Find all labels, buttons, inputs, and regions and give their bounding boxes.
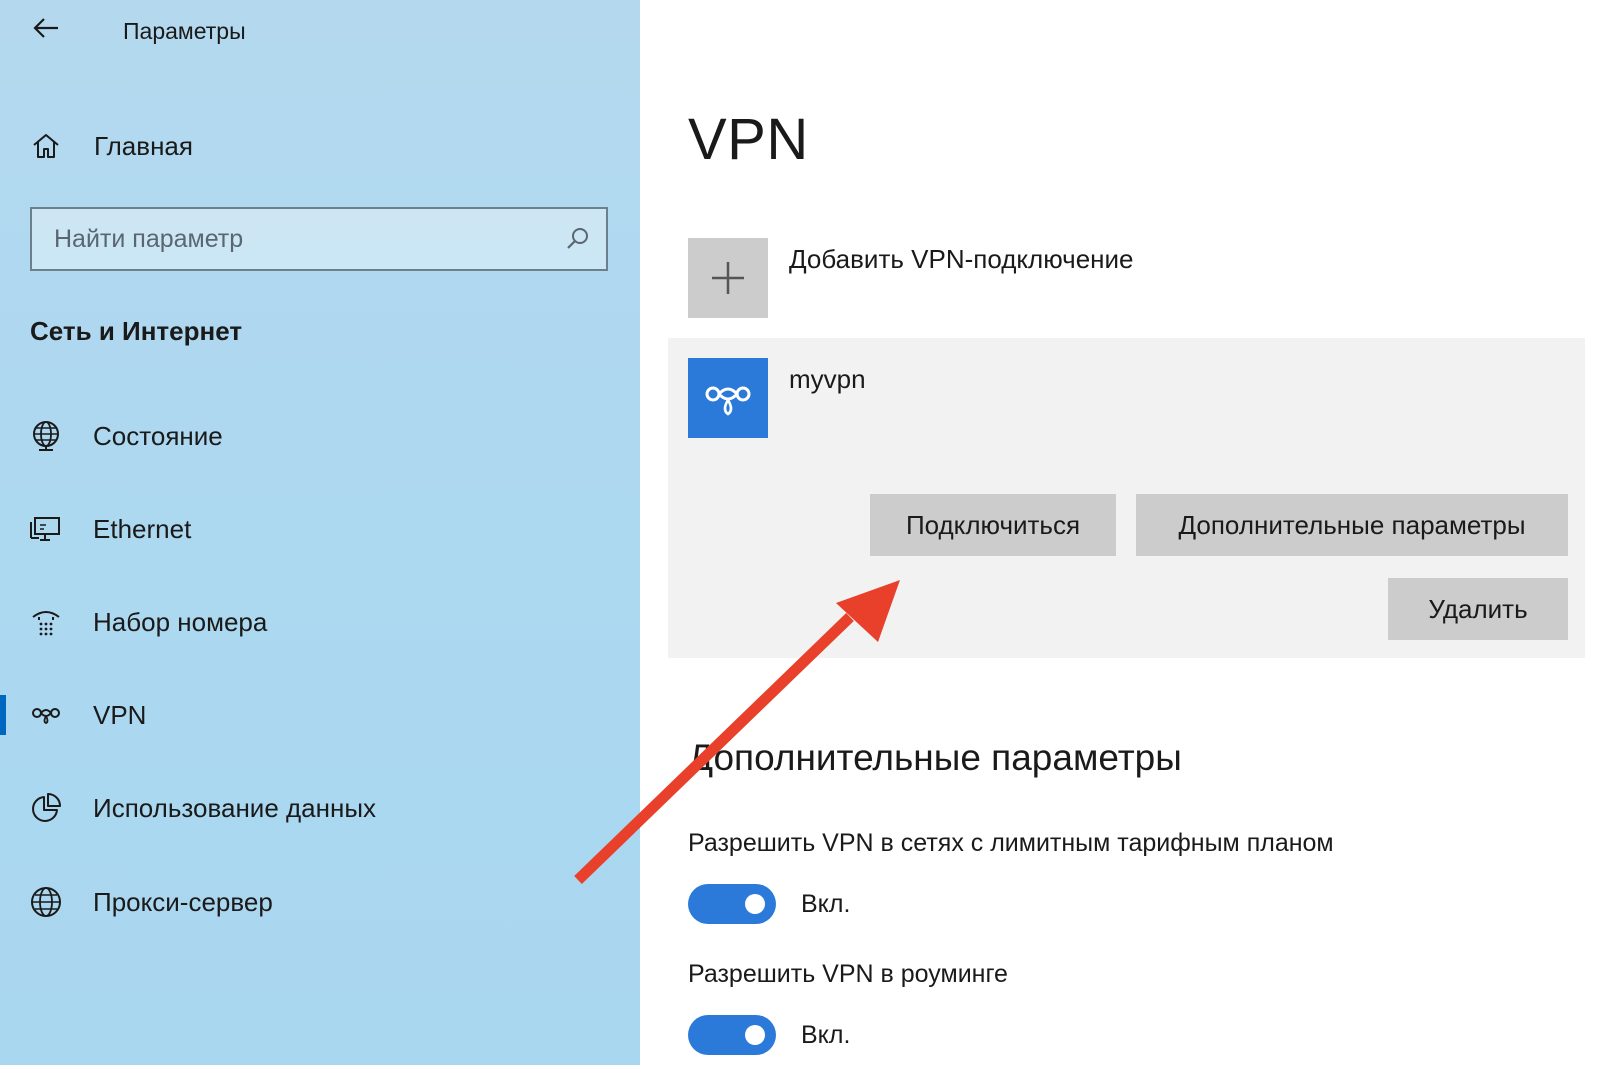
sidebar-item-label: Ethernet [93, 513, 192, 544]
settings-window: Параметры Главная Сеть и Интернет [0, 0, 1613, 1065]
sidebar-item-ethernet[interactable]: Ethernet [0, 497, 640, 561]
add-vpn-button[interactable]: Добавить VPN-подключение [688, 238, 1134, 318]
search-input[interactable] [32, 209, 550, 269]
search-icon[interactable] [550, 209, 606, 269]
dial-up-icon [28, 604, 64, 640]
advanced-options-button[interactable]: Дополнительные параметры [1136, 494, 1568, 556]
sidebar-item-data-usage[interactable]: Использование данных [0, 776, 640, 840]
back-button[interactable] [26, 8, 66, 48]
data-usage-icon [28, 790, 64, 826]
sidebar-item-vpn[interactable]: VPN [0, 683, 640, 747]
sidebar-item-status[interactable]: Состояние [0, 404, 640, 468]
search-box [30, 207, 608, 271]
metered-toggle-state: Вкл. [801, 889, 851, 918]
vpn-connection-card[interactable]: myvpn Подключиться Дополнительные параме… [668, 338, 1585, 658]
metered-toggle[interactable] [688, 884, 776, 924]
sidebar-item-label: Прокси-сервер [93, 886, 273, 917]
toggle-knob [745, 1025, 765, 1045]
sidebar-item-label: Использование данных [93, 792, 377, 823]
vpn-connection-icon [688, 358, 768, 438]
roaming-toggle-state: Вкл. [801, 1020, 851, 1049]
vpn-icon [28, 697, 64, 733]
advanced-section-title: Дополнительные параметры [688, 737, 1182, 778]
main-content: VPN Добавить VPN-подключение myvpn Подкл… [640, 0, 1613, 1065]
sidebar-item-label: VPN [93, 699, 147, 730]
connect-button[interactable]: Подключиться [870, 494, 1116, 556]
roaming-setting-label: Разрешить VPN в роуминге [688, 960, 1008, 988]
home-icon [28, 128, 64, 164]
sidebar-item-dial-up[interactable]: Набор номера [0, 590, 640, 654]
sidebar-item-home[interactable]: Главная [0, 118, 640, 174]
metered-setting-label: Разрешить VPN в сетях с лимитным тарифны… [688, 829, 1334, 857]
globe-status-icon [28, 418, 64, 454]
sidebar-item-label: Состояние [93, 420, 223, 451]
sidebar-item-label: Набор номера [93, 606, 268, 637]
plus-icon [688, 238, 768, 318]
sidebar-item-proxy[interactable]: Прокси-сервер [0, 870, 640, 934]
page-title: VPN [688, 107, 809, 172]
delete-button[interactable]: Удалить [1388, 578, 1568, 640]
vpn-connection-name: myvpn [789, 364, 866, 394]
ethernet-monitor-icon [28, 511, 64, 547]
toggle-knob [745, 894, 765, 914]
globe-icon [28, 884, 64, 920]
roaming-toggle[interactable] [688, 1015, 776, 1055]
section-title: Сеть и Интернет [30, 316, 243, 346]
sidebar-item-label: Главная [94, 130, 193, 161]
back-arrow-icon [33, 18, 58, 38]
add-vpn-label: Добавить VPN-подключение [789, 244, 1134, 274]
roaming-toggle-row: Вкл. [688, 1015, 850, 1055]
app-title: Параметры [123, 18, 246, 44]
metered-toggle-row: Вкл. [688, 884, 850, 924]
sidebar: Параметры Главная Сеть и Интернет [0, 0, 640, 1065]
